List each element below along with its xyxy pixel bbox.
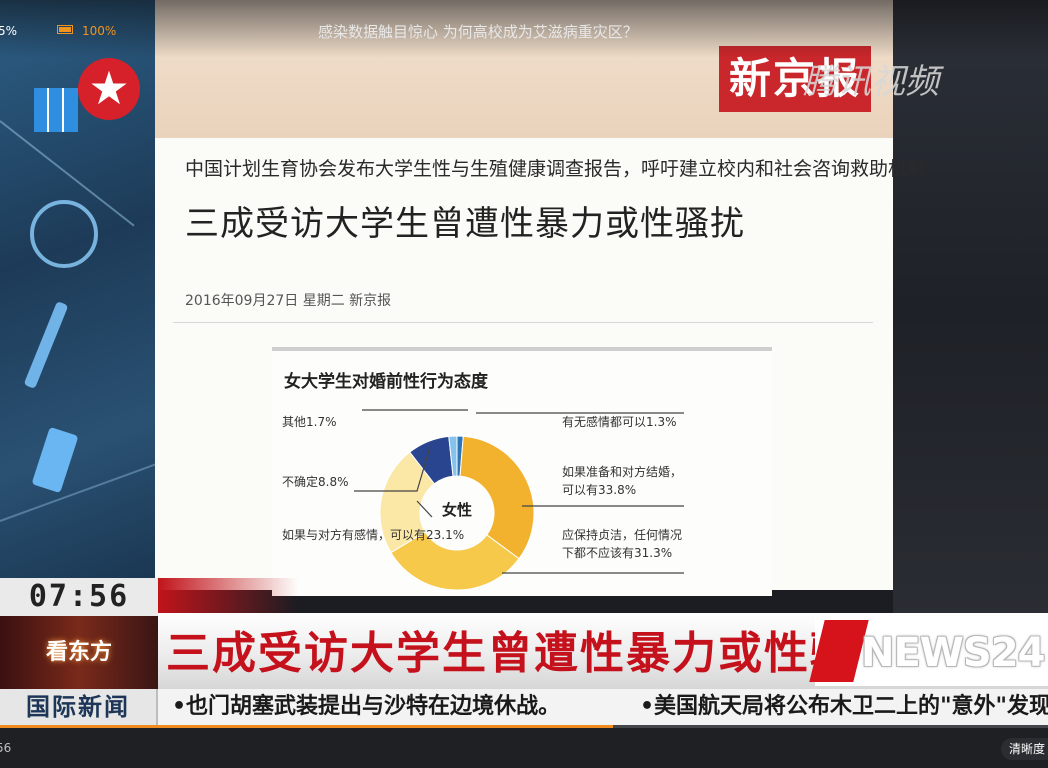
- volume-percent: 5%: [0, 24, 18, 38]
- video-frame[interactable]: ★ 新京报 腾讯视频 中国计划生育协会发布大学生性与生殖健康调查报告，呼吁建立校…: [0, 0, 1048, 768]
- chart-center-label: 女性: [442, 501, 472, 519]
- station-logo: ★: [34, 58, 144, 148]
- newspaper-page: 新京报 腾讯视频 中国计划生育协会发布大学生性与生殖健康调查报告，呼吁建立校内和…: [155, 0, 939, 596]
- player-top-bar: 5% 100% 感染数据触目惊心 为何高校成为艾滋病重灾区？: [0, 0, 1048, 58]
- decorative-ring: [30, 200, 98, 268]
- divider: [173, 322, 873, 323]
- slice-label-any: 有无感情都可以1.3%: [562, 415, 677, 429]
- decorative-shard: [31, 426, 79, 494]
- quality-button[interactable]: 清晰度: [1001, 738, 1048, 760]
- banner-headline: 三成受访大学生曾遭性暴力或性骚扰: [166, 628, 902, 679]
- channel-logo-text: NEWS24: [861, 630, 1045, 676]
- program-logo: 看东方: [0, 616, 158, 690]
- slice-label-other: 其他1.7%: [282, 415, 337, 429]
- channel-logo: NEWS24: [809, 616, 1048, 686]
- ticker-label: 国际新闻: [0, 689, 158, 725]
- video-title: 感染数据触目惊心 为何高校成为艾滋病重灾区？: [318, 23, 638, 41]
- slice-label-chastity: 应保持贞洁，任何情况下都不应该有31.3%: [562, 528, 683, 560]
- channel-logo-mark-icon: [809, 620, 869, 682]
- donut-chart-infographic: 女大学生对婚前性行为态度 女性 其他1.7% 不确定8.8% 如果与对方有感情，…: [272, 347, 772, 596]
- video-watermark: 腾讯视频: [803, 62, 939, 102]
- donut-slice-1: [459, 435, 535, 560]
- progress-bar[interactable]: [0, 725, 1048, 728]
- battery-icon: [57, 25, 73, 34]
- slice-label-with-feelings: 如果与对方有感情，可以有23.1%: [282, 528, 465, 542]
- article-kicker: 中国计划生育协会发布大学生性与生殖健康调查报告，呼吁建立校内和社会咨询救助机制: [185, 158, 927, 180]
- playback-time: 56: [0, 741, 12, 755]
- ticker-item: •也门胡塞武装提出与沙特在边境休战。: [172, 694, 561, 719]
- battery-percent: 100%: [82, 24, 117, 38]
- station-logo-grid-icon: [34, 88, 78, 132]
- station-star-icon: ★: [78, 58, 140, 120]
- decorative-shard: [23, 301, 69, 389]
- news-ticker: 国际新闻 •也门胡塞武装提出与沙特在边境休战。 •美国航天局将公布木卫二上的"意…: [0, 689, 1048, 725]
- ticker-item: •美国航天局将公布木卫二上的"意外"发现。: [640, 694, 1048, 719]
- slice-label-marriage: 如果准备和对方结婚，可以有33.8%: [562, 465, 683, 497]
- broadcast-clock: 07:56: [0, 578, 158, 616]
- slice-label-unsure: 不确定8.8%: [282, 475, 349, 489]
- article-dateline: 2016年09月27日 星期二 新京报: [185, 293, 392, 309]
- progress-bar-fill: [0, 725, 614, 728]
- article-headline: 三成受访大学生曾遭性暴力或性骚扰: [185, 204, 745, 244]
- banner-accent-tab: [158, 578, 298, 614]
- decorative-line: [0, 461, 161, 522]
- player-controls: 56 清晰度: [0, 725, 1048, 768]
